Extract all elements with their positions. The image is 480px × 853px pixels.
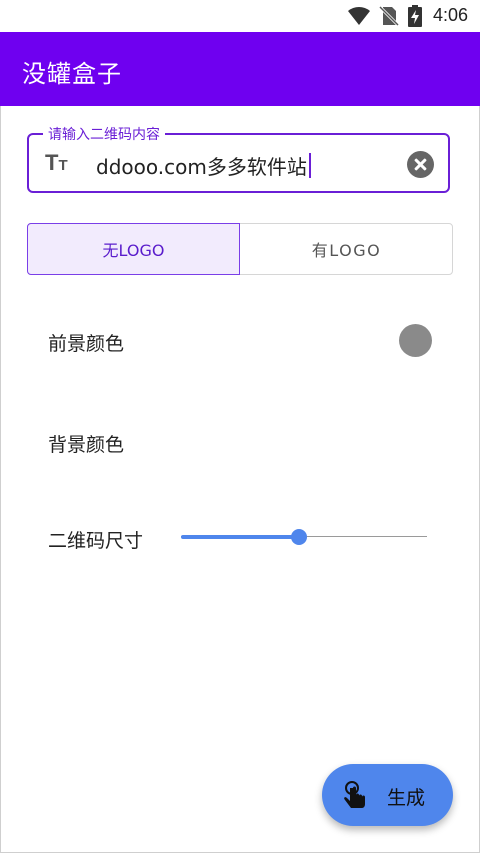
background-color-label[interactable]: 背景颜色 (48, 430, 124, 457)
battery-charging-icon (408, 5, 422, 27)
no-sim-icon (378, 6, 400, 26)
wifi-icon (348, 6, 370, 25)
text-caret (308, 153, 311, 178)
qr-content-value[interactable]: ddooo.com多多软件站 (96, 151, 311, 180)
with-logo-option[interactable]: 有LOGO (240, 223, 453, 275)
foreground-color-swatch[interactable] (399, 324, 432, 357)
app-title: 没罐盒子 (22, 60, 122, 88)
slider-thumb[interactable] (291, 529, 308, 545)
generate-button-label: 生成 (387, 787, 426, 809)
tap-icon (344, 781, 365, 808)
qr-content-label: 请输入二维码内容 (43, 124, 165, 144)
no-logo-option[interactable]: 无LOGO (27, 223, 240, 275)
text-fields-icon: TT (45, 150, 68, 175)
foreground-color-label: 前景颜色 (48, 333, 125, 355)
clear-icon[interactable] (407, 151, 434, 178)
qr-size-label: 二维码尺寸 (48, 530, 144, 552)
qr-size-slider[interactable] (181, 527, 427, 547)
clock: 4:06 (432, 5, 468, 25)
generate-button[interactable]: 生成 (322, 764, 453, 826)
app-bar: 没罐盒子 (0, 32, 480, 106)
slider-fill (181, 535, 300, 539)
status-bar: 4:06 (0, 0, 480, 32)
